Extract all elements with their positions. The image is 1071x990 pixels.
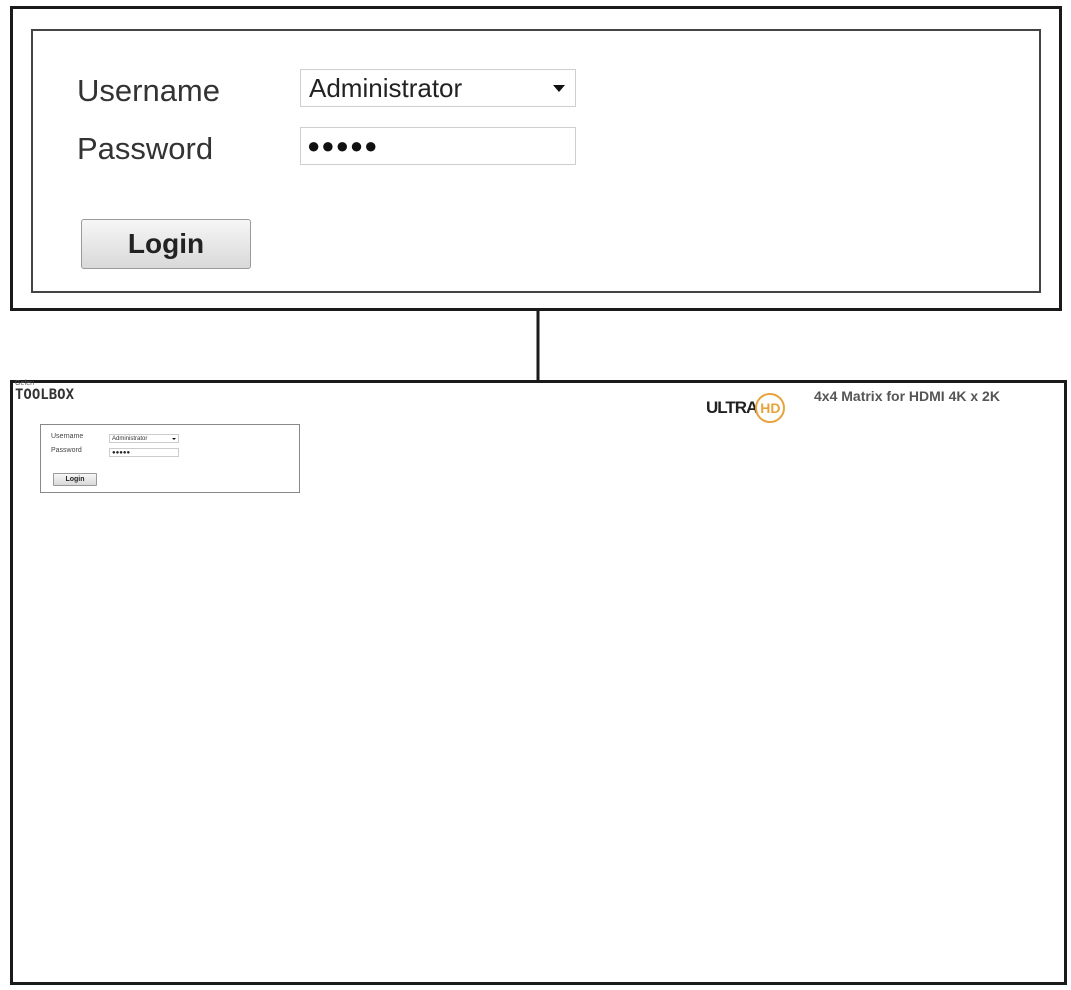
mini-chevron-down-icon xyxy=(172,438,176,440)
mini-login-form: Username Administrator Password ●●●●● Lo… xyxy=(40,424,300,493)
mini-username-select[interactable]: Administrator xyxy=(109,434,179,443)
mini-username-value: Administrator xyxy=(112,436,148,442)
brand-small-text: Gefen xyxy=(15,380,35,387)
ultra-text: ULTRA xyxy=(706,398,758,417)
mini-password-value: ●●●●● xyxy=(112,450,131,456)
mini-username-label: Username xyxy=(51,433,84,440)
mini-login-button[interactable]: Login xyxy=(53,473,97,486)
hd-badge: HD xyxy=(755,393,786,423)
ultra-hd-logo: ULTRA HD xyxy=(706,393,786,423)
mini-login-label: Login xyxy=(65,476,85,483)
page-screenshot: Gefen TOOLBOX ULTRA HD 4x4 Matrix for HD… xyxy=(10,380,1067,985)
mini-password-label: Password xyxy=(51,447,82,454)
toolbox-logo: TOOLBOX xyxy=(15,387,75,403)
model-title: 4x4 Matrix for HDMI 4K x 2K xyxy=(814,388,1000,404)
mini-password-input[interactable]: ●●●●● xyxy=(109,448,179,457)
